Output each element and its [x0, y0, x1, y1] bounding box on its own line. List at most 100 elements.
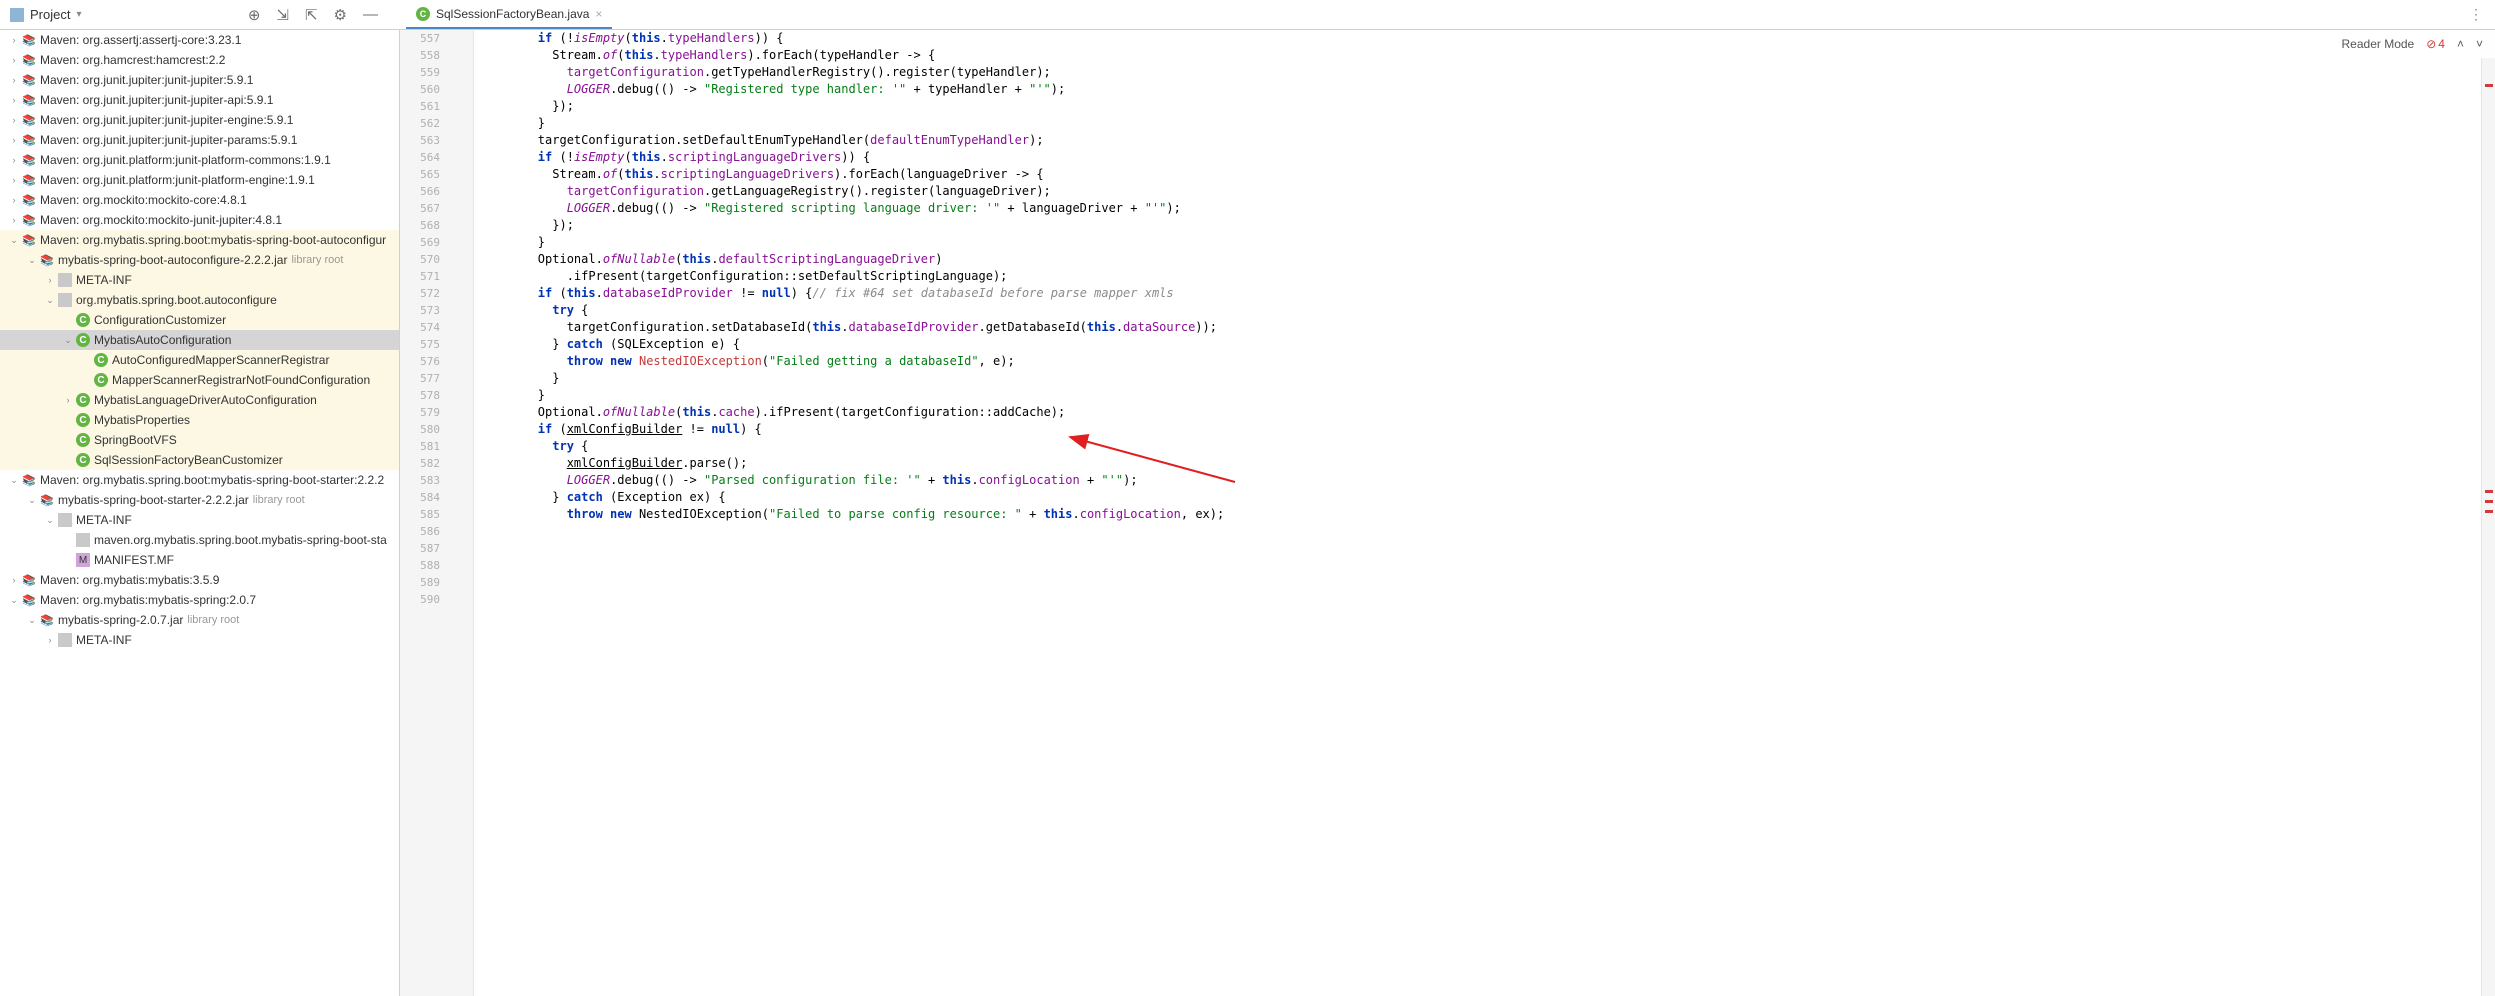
code-view[interactable]: if (!isEmpty(this.typeHandlers)) { Strea…: [474, 30, 2481, 996]
tree-row[interactable]: ⌄mybatis-spring-2.0.7.jarlibrary root: [0, 610, 399, 630]
tree-arrow-icon[interactable]: ›: [6, 175, 22, 185]
code-line[interactable]: LOGGER.debug(() -> "Registered scripting…: [480, 200, 2481, 217]
reader-mode-label[interactable]: Reader Mode: [2342, 37, 2415, 51]
chevron-down-icon[interactable]: ˅: [2476, 37, 2483, 51]
tree-row[interactable]: ›Maven: org.junit.jupiter:junit-jupiter-…: [0, 130, 399, 150]
tree-row-selected[interactable]: ⌄CMybatisAutoConfiguration: [0, 330, 399, 350]
code-line[interactable]: throw new NestedIOException("Failed gett…: [480, 353, 2481, 370]
tree-arrow-icon[interactable]: ⌄: [24, 615, 40, 626]
tree-row[interactable]: ›Maven: org.mybatis:mybatis:3.5.9: [0, 570, 399, 590]
chevron-down-icon[interactable]: ▾: [76, 9, 81, 20]
tree-row[interactable]: ⌄org.mybatis.spring.boot.autoconfigure: [0, 290, 399, 310]
code-line[interactable]: if (!isEmpty(this.typeHandlers)) {: [480, 30, 2481, 47]
tree-row[interactable]: CSpringBootVFS: [0, 430, 399, 450]
tree-arrow-icon[interactable]: ⌄: [6, 595, 22, 606]
fold-column[interactable]: [448, 30, 474, 996]
tree-arrow-icon[interactable]: ›: [6, 215, 22, 225]
code-line[interactable]: Optional.ofNullable(this.defaultScriptin…: [480, 251, 2481, 268]
code-line[interactable]: .ifPresent(targetConfiguration::setDefau…: [480, 268, 2481, 285]
tree-arrow-icon[interactable]: ›: [42, 635, 58, 645]
code-line[interactable]: targetConfiguration.getLanguageRegistry(…: [480, 183, 2481, 200]
project-tool-header[interactable]: Project ▾ ⊕ ⇲ ⇱ ⚙ —: [0, 0, 400, 29]
code-line[interactable]: try {: [480, 302, 2481, 319]
code-line[interactable]: if (xmlConfigBuilder != null) {: [480, 421, 2481, 438]
code-line[interactable]: } catch (Exception ex) {: [480, 489, 2481, 506]
tree-row[interactable]: ⌄META-INF: [0, 510, 399, 530]
tree-arrow-icon[interactable]: ›: [6, 115, 22, 125]
tree-row[interactable]: maven.org.mybatis.spring.boot.mybatis-sp…: [0, 530, 399, 550]
code-line[interactable]: targetConfiguration.setDefaultEnumTypeHa…: [480, 132, 2481, 149]
tree-arrow-icon[interactable]: ›: [6, 135, 22, 145]
tree-arrow-icon[interactable]: ›: [6, 35, 22, 45]
error-stripe[interactable]: [2481, 30, 2495, 996]
tree-row[interactable]: ›CMybatisLanguageDriverAutoConfiguration: [0, 390, 399, 410]
tree-row[interactable]: ›Maven: org.junit.platform:junit-platfor…: [0, 170, 399, 190]
tree-row[interactable]: ⌄Maven: org.mybatis.spring.boot:mybatis-…: [0, 230, 399, 250]
tree-arrow-icon[interactable]: ›: [6, 195, 22, 205]
tree-row[interactable]: ⌄mybatis-spring-boot-starter-2.2.2.jarli…: [0, 490, 399, 510]
tree-arrow-icon[interactable]: ›: [6, 55, 22, 65]
collapse-all-icon[interactable]: ⇱: [305, 6, 318, 24]
tree-arrow-icon[interactable]: ›: [60, 395, 76, 405]
tree-row[interactable]: CConfigurationCustomizer: [0, 310, 399, 330]
code-line[interactable]: }: [480, 234, 2481, 251]
code-line[interactable]: }: [480, 115, 2481, 132]
tree-arrow-icon[interactable]: ⌄: [24, 495, 40, 506]
tree-row[interactable]: ›META-INF: [0, 270, 399, 290]
code-line[interactable]: Stream.of(this.scriptingLanguageDrivers)…: [480, 166, 2481, 183]
tree-arrow-icon[interactable]: ›: [6, 575, 22, 585]
expand-all-icon[interactable]: ⇲: [276, 6, 289, 24]
code-line[interactable]: LOGGER.debug(() -> "Registered type hand…: [480, 81, 2481, 98]
tree-arrow-icon[interactable]: ›: [6, 75, 22, 85]
code-line[interactable]: xmlConfigBuilder.parse();: [480, 455, 2481, 472]
code-line[interactable]: });: [480, 217, 2481, 234]
tree-row[interactable]: CAutoConfiguredMapperScannerRegistrar: [0, 350, 399, 370]
code-line[interactable]: }: [480, 370, 2481, 387]
code-line[interactable]: throw new NestedIOException("Failed to p…: [480, 506, 2481, 523]
code-line[interactable]: if (this.databaseIdProvider != null) {//…: [480, 285, 2481, 302]
code-line[interactable]: targetConfiguration.setDatabaseId(this.d…: [480, 319, 2481, 336]
tree-arrow-icon[interactable]: ⌄: [42, 515, 58, 526]
tree-row[interactable]: MMANIFEST.MF: [0, 550, 399, 570]
tree-arrow-icon[interactable]: ⌄: [60, 335, 76, 346]
code-line[interactable]: Optional.ofNullable(this.cache).ifPresen…: [480, 404, 2481, 421]
tree-row[interactable]: CMapperScannerRegistrarNotFoundConfigura…: [0, 370, 399, 390]
tree-arrow-icon[interactable]: ›: [42, 275, 58, 285]
tree-row[interactable]: ›Maven: org.junit.platform:junit-platfor…: [0, 150, 399, 170]
code-line[interactable]: });: [480, 98, 2481, 115]
error-badge[interactable]: ⊘ 4: [2426, 37, 2445, 51]
code-line[interactable]: Stream.of(this.typeHandlers).forEach(typ…: [480, 47, 2481, 64]
gear-icon[interactable]: ⚙: [334, 6, 347, 24]
tree-row[interactable]: ›Maven: org.mockito:mockito-junit-jupite…: [0, 210, 399, 230]
code-line[interactable]: targetConfiguration.getTypeHandlerRegist…: [480, 64, 2481, 81]
tree-row[interactable]: ›Maven: org.hamcrest:hamcrest:2.2: [0, 50, 399, 70]
tree-arrow-icon[interactable]: ›: [6, 155, 22, 165]
minimize-icon[interactable]: —: [363, 6, 378, 23]
tree-row[interactable]: ›Maven: org.mockito:mockito-core:4.8.1: [0, 190, 399, 210]
tree-row[interactable]: CSqlSessionFactoryBeanCustomizer: [0, 450, 399, 470]
tree-row[interactable]: ⌄mybatis-spring-boot-autoconfigure-2.2.2…: [0, 250, 399, 270]
tree-row[interactable]: ⌄Maven: org.mybatis.spring.boot:mybatis-…: [0, 470, 399, 490]
tree-arrow-icon[interactable]: ⌄: [6, 235, 22, 246]
tree-row[interactable]: ›Maven: org.junit.jupiter:junit-jupiter-…: [0, 90, 399, 110]
code-line[interactable]: LOGGER.debug(() -> "Parsed configuration…: [480, 472, 2481, 489]
tab-more-icon[interactable]: ⋮: [2469, 6, 2495, 23]
tree-row[interactable]: ›META-INF: [0, 630, 399, 650]
tree-arrow-icon[interactable]: ⌄: [24, 255, 40, 266]
chevron-up-icon[interactable]: ˄: [2457, 37, 2464, 51]
file-tab[interactable]: C SqlSessionFactoryBean.java ×: [406, 0, 612, 29]
target-icon[interactable]: ⊕: [248, 6, 261, 24]
code-line[interactable]: try {: [480, 438, 2481, 455]
tree-row[interactable]: ›Maven: org.junit.jupiter:junit-jupiter:…: [0, 70, 399, 90]
tree-arrow-icon[interactable]: ›: [6, 95, 22, 105]
code-line[interactable]: }: [480, 387, 2481, 404]
tree-row[interactable]: ›Maven: org.junit.jupiter:junit-jupiter-…: [0, 110, 399, 130]
project-tree[interactable]: ›Maven: org.assertj:assertj-core:3.23.1›…: [0, 30, 400, 996]
tree-row[interactable]: CMybatisProperties: [0, 410, 399, 430]
tree-row[interactable]: ›Maven: org.assertj:assertj-core:3.23.1: [0, 30, 399, 50]
code-line[interactable]: } catch (SQLException e) {: [480, 336, 2481, 353]
close-icon[interactable]: ×: [595, 7, 602, 21]
tree-arrow-icon[interactable]: ⌄: [6, 475, 22, 486]
code-line[interactable]: if (!isEmpty(this.scriptingLanguageDrive…: [480, 149, 2481, 166]
tree-row[interactable]: ⌄Maven: org.mybatis:mybatis-spring:2.0.7: [0, 590, 399, 610]
